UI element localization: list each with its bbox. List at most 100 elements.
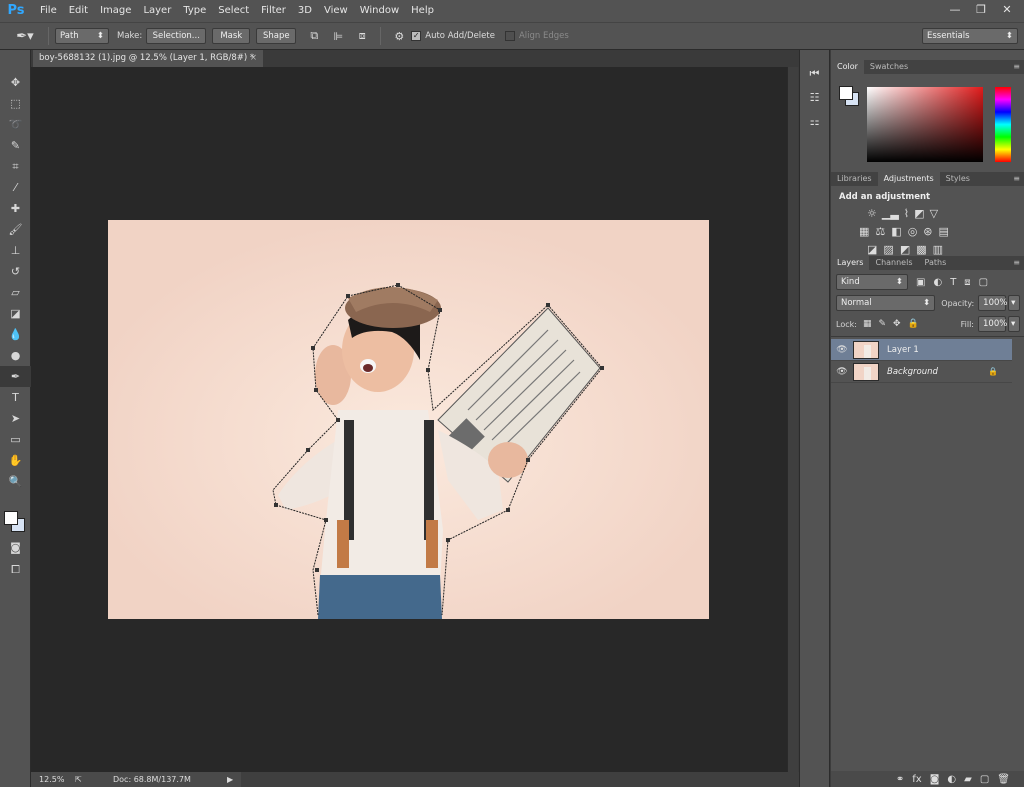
export-icon[interactable]: ⇱ [75,775,91,784]
color-lookup-icon[interactable]: ▤ [939,225,949,238]
menu-filter[interactable]: Filter [255,0,292,22]
menu-layer[interactable]: Layer [137,0,177,22]
hand-tool-icon[interactable]: ✋ [0,450,31,471]
panel-menu-icon[interactable]: ≡ [1013,256,1020,270]
close-button[interactable]: ✕ [996,2,1018,18]
screen-mode-icon[interactable]: ⧠ [0,559,31,580]
selective-color-icon[interactable]: ▩ [916,243,926,256]
new-layer-icon[interactable]: ▢ [980,774,989,785]
marquee-tool-icon[interactable]: ⬚ [0,93,31,114]
tab-paths[interactable]: Paths [919,256,953,270]
lock-transparent-icon[interactable]: ▦ [863,319,872,329]
zoom-tool-icon[interactable]: 🔍 [0,471,31,492]
curves-icon[interactable]: ⌇ [904,207,909,220]
opacity-input[interactable]: 100% [978,295,1007,311]
history-panel-icon[interactable]: ⏮ [804,64,826,84]
black-white-icon[interactable]: ◧ [891,225,901,238]
gear-icon[interactable]: ⚙ [391,28,407,44]
move-tool-icon[interactable]: ✥ [0,72,31,93]
trash-icon[interactable]: 🗑 [997,774,1010,785]
panel-menu-icon[interactable]: ≡ [1013,60,1020,74]
align-edges-checkbox[interactable] [504,31,515,41]
blend-mode-select[interactable]: Normal ⬍ [836,295,936,311]
hue-slider[interactable] [995,87,1011,162]
color-balance-icon[interactable]: ⚖ [875,225,885,238]
type-filter-icon[interactable]: T [950,277,956,288]
fx-icon[interactable]: fx [912,774,921,785]
eraser-tool-icon[interactable]: ▱ [0,282,31,303]
dodge-tool-icon[interactable]: ● [0,345,31,366]
menu-window[interactable]: Window [354,0,405,22]
tool-mode-select[interactable]: Path ⬍ [55,28,109,44]
path-selection-tool-icon[interactable]: ➤ [0,408,31,429]
eye-icon[interactable]: 👁 [831,367,853,377]
panel-menu-icon[interactable]: ≡ [1013,172,1020,186]
tab-adjustments[interactable]: Adjustments [877,172,940,186]
play-icon[interactable]: ▶ [227,775,233,784]
menu-help[interactable]: Help [405,0,440,22]
auto-add-delete-checkbox[interactable]: ✓ [411,31,422,41]
document-tab[interactable]: boy-5688132 (1).jpg @ 12.5% (Layer 1, RG… [33,50,263,67]
menu-type[interactable]: Type [177,0,212,22]
quick-mask-icon[interactable]: ◙ [0,537,31,558]
vertical-scrollbar[interactable] [787,67,798,772]
clone-stamp-tool-icon[interactable]: ⊥ [0,240,31,261]
tab-styles[interactable]: Styles [940,172,976,186]
pen-tool-icon[interactable]: ✒ [0,366,31,387]
healing-brush-tool-icon[interactable]: ✚ [0,198,31,219]
foreground-color-chip[interactable] [839,86,853,100]
paint-bucket-tool-icon[interactable]: ◪ [0,303,31,324]
restore-button[interactable]: ❐ [970,2,992,18]
minimize-button[interactable]: — [944,2,966,18]
posterize-icon[interactable]: ▨ [883,243,893,256]
fill-dropdown[interactable]: ▾ [1008,316,1020,332]
tab-libraries[interactable]: Libraries [831,172,878,186]
close-icon[interactable]: × [250,50,257,67]
menu-image[interactable]: Image [94,0,137,22]
blur-tool-icon[interactable]: 💧 [0,324,31,345]
hue-saturation-icon[interactable]: ▦ [859,225,869,238]
document-image[interactable] [108,220,709,619]
menu-file[interactable]: File [34,0,63,22]
exposure-icon[interactable]: ◩ [914,207,924,220]
make-mask-button[interactable]: Mask [212,28,251,44]
pen-tool-preset-icon[interactable]: ✒▾ [8,25,42,47]
adjustment-icon[interactable]: ◐ [947,774,956,785]
threshold-icon[interactable]: ◩ [900,243,910,256]
make-selection-button[interactable]: Selection... [146,28,207,44]
path-operations-icon[interactable]: ⧉ [306,28,322,44]
tab-layers[interactable]: Layers [831,256,870,270]
pixel-filter-icon[interactable]: ▣ [916,277,925,288]
vibrance-icon[interactable]: ▽ [930,207,938,220]
tab-channels[interactable]: Channels [869,256,918,270]
mask-icon[interactable]: ◙ [930,774,940,785]
adjustment-filter-icon[interactable]: ◐ [933,277,942,288]
path-alignment-icon[interactable]: ⊫ [330,28,346,44]
tab-color[interactable]: Color [831,60,864,74]
layer-row-layer-1[interactable]: 👁 Layer 1 [831,339,1012,361]
lock-pixels-icon[interactable]: ✎ [878,319,886,329]
workspace-select[interactable]: Essentials ⬍ [922,28,1018,44]
menu-select[interactable]: Select [212,0,255,22]
brush-tool-icon[interactable]: 🖌 [0,219,31,240]
rectangle-tool-icon[interactable]: ▭ [0,429,31,450]
make-shape-button[interactable]: Shape [256,28,297,44]
tab-swatches[interactable]: Swatches [864,60,914,74]
channel-mixer-icon[interactable]: ⊛ [923,225,932,238]
shape-filter-icon[interactable]: ⧈ [964,277,970,288]
history-brush-tool-icon[interactable]: ↺ [0,261,31,282]
brightness-icon[interactable]: ☼ [867,207,877,220]
eyedropper-tool-icon[interactable]: ⁄ [0,177,31,198]
quick-selection-tool-icon[interactable]: ✎ [0,135,31,156]
fill-input[interactable]: 100% [978,316,1007,332]
eye-icon[interactable]: 👁 [831,345,853,355]
foreground-color-swatch[interactable] [4,511,18,525]
levels-icon[interactable]: ▁▃ [882,207,899,220]
crop-tool-icon[interactable]: ⌗ [0,156,31,177]
gradient-map-icon[interactable]: ▥ [933,243,943,256]
invert-icon[interactable]: ◪ [867,243,877,256]
link-icon[interactable]: ⚭ [896,774,904,785]
menu-view[interactable]: View [318,0,354,22]
photo-filter-icon[interactable]: ◎ [908,225,918,238]
lock-all-icon[interactable]: 🔒 [908,319,919,329]
